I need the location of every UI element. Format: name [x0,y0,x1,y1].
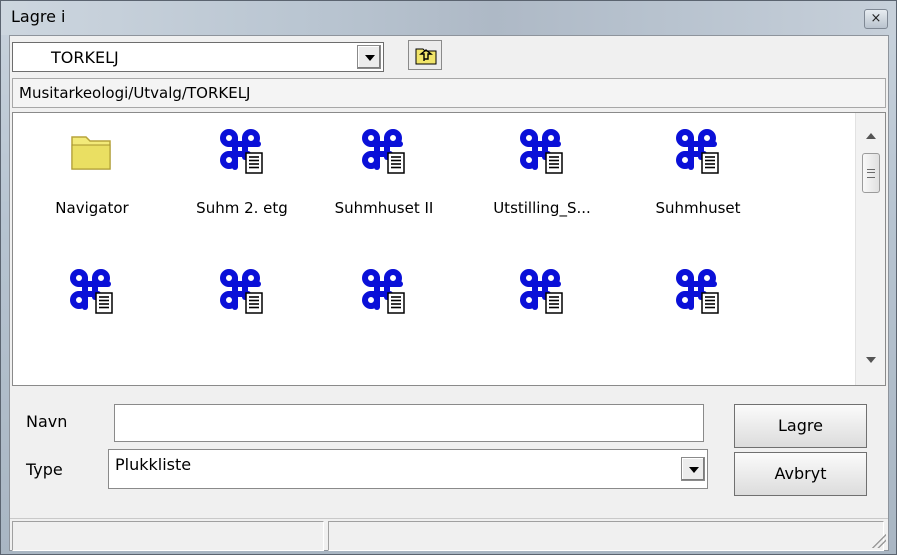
dialog-title: Lagre i [11,7,66,26]
command-doc-icon [674,267,722,315]
scroll-thumb[interactable] [862,153,880,193]
title-bar[interactable]: Lagre i × [1,1,896,35]
command-doc-icon [218,127,266,175]
vertical-scrollbar[interactable] [855,113,885,385]
file-label: Suhmhuset [655,199,741,217]
status-bar [10,518,888,551]
folder-combo[interactable]: TORKELJ [12,42,384,72]
file-item[interactable] [633,265,763,383]
file-item[interactable] [319,265,449,383]
dialog-body: TORKELJ Musitarkeologi/Utvalg/TORKELJ Na… [9,35,889,551]
up-one-level-button[interactable] [408,40,442,70]
cancel-button[interactable]: Avbryt [734,452,867,496]
file-item[interactable] [27,265,157,383]
file-label: Utstilling_S... [493,199,591,217]
folder-up-icon [415,48,437,65]
resize-grip-icon[interactable] [870,532,886,548]
command-doc-icon [674,127,722,175]
chevron-down-icon[interactable] [357,45,381,69]
save-button[interactable]: Lagre [734,404,867,448]
type-select-value: Plukkliste [115,455,192,474]
file-list: Navigator Suhm 2. etg Suhmhuset II Utsti… [12,112,886,386]
type-label: Type [26,460,63,479]
file-label: Suhm 2. etg [196,199,288,217]
command-doc-icon [518,267,566,315]
file-item-navigator[interactable]: Navigator [27,125,157,243]
file-item[interactable] [177,265,307,383]
name-label: Navn [26,412,68,431]
file-item[interactable] [477,265,607,383]
command-doc-icon [518,127,566,175]
command-doc-icon [360,267,408,315]
path-bar: Musitarkeologi/Utvalg/TORKELJ [12,78,886,108]
file-item-suhmhuset[interactable]: Suhmhuset [633,125,763,243]
folder-combo-value: TORKELJ [51,48,119,67]
command-doc-icon [68,267,116,315]
file-label: Navigator [55,199,129,217]
folder-icon [68,127,116,175]
file-item-utstilling[interactable]: Utstilling_S... [477,125,607,243]
name-input[interactable] [114,404,704,442]
status-pane-right [328,521,884,551]
close-icon: × [870,11,882,26]
file-item-suhm-2-etg[interactable]: Suhm 2. etg [177,125,307,243]
scroll-up-icon[interactable] [866,133,876,139]
scroll-down-icon[interactable] [866,357,876,363]
command-doc-icon [218,267,266,315]
save-dialog: Lagre i × TORKELJ Musitarkeologi/Utvalg/… [0,0,897,555]
current-path: Musitarkeologi/Utvalg/TORKELJ [19,84,251,102]
chevron-down-icon[interactable] [681,457,705,481]
command-doc-icon [360,127,408,175]
type-select[interactable]: Plukkliste [108,449,708,489]
close-button[interactable]: × [864,9,888,29]
file-label: Suhmhuset II [334,199,434,217]
file-item-suhmhuset-ii[interactable]: Suhmhuset II [319,125,449,243]
status-pane-left [12,521,324,551]
